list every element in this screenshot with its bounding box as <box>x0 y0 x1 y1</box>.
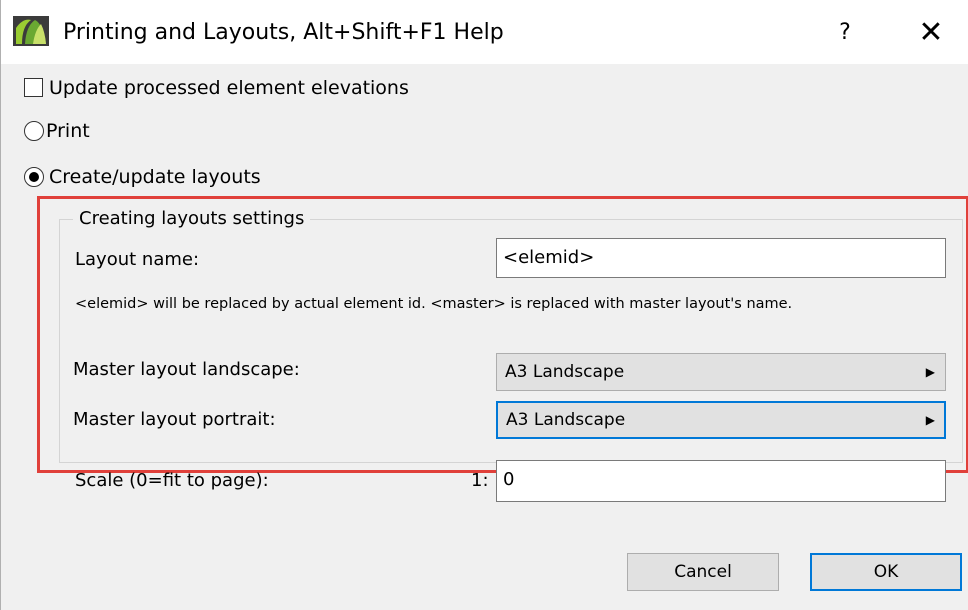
group-title: Creating layouts settings <box>73 207 311 231</box>
scale-input[interactable]: 0 <box>496 460 946 502</box>
dropdown-arrow-icon: ▶ <box>925 365 935 379</box>
update-elevations-checkbox[interactable] <box>24 78 43 97</box>
dropdown-arrow-icon: ▶ <box>925 413 935 427</box>
master-portrait-value: A3 Landscape <box>506 410 626 430</box>
master-landscape-dropdown[interactable]: A3 Landscape ▶ <box>496 353 946 391</box>
layout-name-input[interactable]: <elemid> <box>496 238 946 278</box>
print-label[interactable]: Print <box>46 119 90 143</box>
window-title: Printing and Layouts, Alt+Shift+F1 Help <box>63 20 504 45</box>
create-layouts-label[interactable]: Create/update layouts <box>49 165 261 189</box>
scale-label: Scale (0=fit to page): <box>75 470 269 491</box>
cancel-button[interactable]: Cancel <box>627 553 779 591</box>
master-portrait-dropdown[interactable]: A3 Landscape ▶ <box>496 401 946 439</box>
update-elevations-label[interactable]: Update processed element elevations <box>49 76 409 100</box>
ok-button[interactable]: OK <box>810 553 962 591</box>
layout-name-label: Layout name: <box>75 249 200 270</box>
master-landscape-value: A3 Landscape <box>505 362 625 382</box>
close-button[interactable]: ✕ <box>911 14 951 52</box>
archicad-logo-icon <box>13 16 49 46</box>
print-radio[interactable] <box>24 121 44 141</box>
title-bar[interactable]: Printing and Layouts, Alt+Shift+F1 Help … <box>1 0 968 64</box>
printing-layouts-dialog: Printing and Layouts, Alt+Shift+F1 Help … <box>0 0 968 610</box>
create-layouts-radio[interactable] <box>24 167 44 187</box>
help-button[interactable]: ? <box>827 16 863 50</box>
master-landscape-label: Master layout landscape: <box>73 359 300 380</box>
layout-name-note: <elemid> will be replaced by actual elem… <box>75 296 793 312</box>
master-portrait-label: Master layout portrait: <box>73 409 276 430</box>
scale-prefix: 1: <box>471 470 489 491</box>
